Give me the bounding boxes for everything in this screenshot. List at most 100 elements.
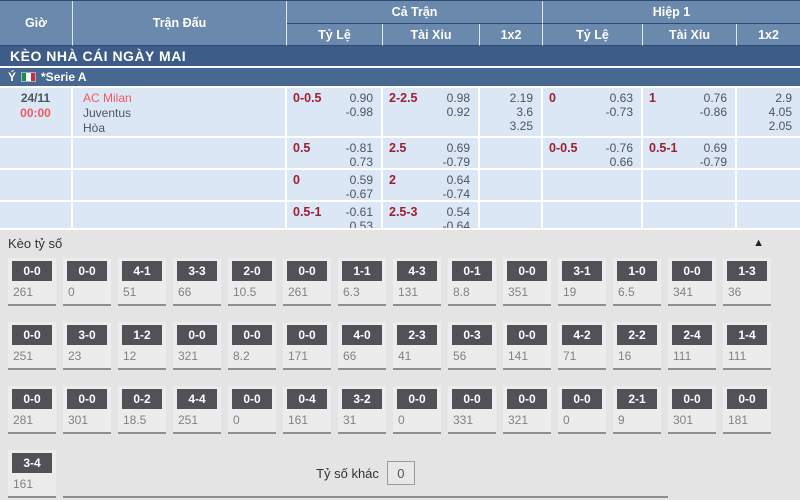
odds-value[interactable]: -0.64 [443, 219, 470, 230]
odds-value[interactable]: 2.9 [737, 91, 792, 105]
odds-value[interactable]: 0.73 [346, 155, 373, 169]
odds-value[interactable]: -0.79 [443, 155, 470, 169]
away-team[interactable]: Juventus [83, 106, 285, 121]
score-tile[interactable]: 0-0 321 [173, 322, 221, 370]
ft-overunder-odds-cell[interactable]: 2.5 0.69-0.79 [383, 138, 480, 170]
score-badge: 3-4 [12, 453, 52, 473]
score-tile[interactable]: 0-0 8.2 [228, 322, 276, 370]
score-tile[interactable]: 0-2 18.5 [118, 386, 166, 434]
score-tile[interactable]: 1-2 12 [118, 322, 166, 370]
score-tile[interactable]: 0-0 261 [8, 258, 56, 306]
odds-value[interactable]: 0.63 [606, 91, 633, 105]
odds-value[interactable]: 0.69 [700, 141, 727, 155]
odds-value[interactable]: -0.79 [700, 155, 727, 169]
score-tile[interactable]: 0-1 8.8 [448, 258, 496, 306]
score-tile[interactable]: 4-2 71 [558, 322, 606, 370]
odds-value[interactable]: -0.86 [700, 105, 727, 119]
ft-overunder-odds-cell[interactable]: 2-2.5 0.980.92 [383, 88, 480, 138]
ft-overunder-odds-cell[interactable]: 2.5-3 0.54-0.64 [383, 202, 480, 230]
score-tile[interactable]: 3-2 31 [338, 386, 386, 434]
odds-value[interactable]: -0.76 [606, 141, 633, 155]
odds-value[interactable]: -0.61 [346, 205, 373, 219]
league-row[interactable]: Ý *Serie A [0, 68, 800, 88]
score-tile[interactable]: 0-0 341 [668, 258, 716, 306]
h1-overunder-odds-cell[interactable]: 0.5-1 0.69-0.79 [643, 138, 737, 170]
odds-value[interactable]: -0.81 [346, 141, 373, 155]
odds-value[interactable]: 0.53 [346, 219, 373, 230]
odds-value[interactable]: 0.98 [447, 91, 470, 105]
score-badge: 0-0 [507, 389, 547, 409]
h1-handicap-odds-cell[interactable]: 0 0.63-0.73 [543, 88, 643, 138]
score-tile[interactable]: 0-0 171 [283, 322, 331, 370]
odds-value[interactable]: 0.76 [700, 91, 727, 105]
odds-value[interactable]: 0.59 [346, 173, 373, 187]
odds-value[interactable]: -0.73 [606, 105, 633, 119]
score-tile[interactable]: 3-1 19 [558, 258, 606, 306]
score-tile[interactable]: 3-0 23 [63, 322, 111, 370]
match-teams-cell[interactable]: AC Milan Juventus Hòa [73, 88, 287, 138]
score-tile[interactable]: 1-1 6.3 [338, 258, 386, 306]
score-odds: 66 [178, 285, 221, 299]
score-tile[interactable]: 0-0 321 [503, 386, 551, 434]
score-tile[interactable]: 0-0 141 [503, 322, 551, 370]
odds-value[interactable]: -0.67 [346, 187, 373, 201]
score-tile[interactable]: 0-0 261 [283, 258, 331, 306]
score-tile[interactable]: 0-0 0 [558, 386, 606, 434]
score-tile[interactable]: 4-1 51 [118, 258, 166, 306]
score-tile[interactable]: 1-4 111 [723, 322, 771, 370]
ft-handicap-odds-cell[interactable]: 0-0.5 0.90-0.98 [287, 88, 383, 138]
score-tile[interactable]: 0-0 251 [8, 322, 56, 370]
odds-value[interactable]: 3.25 [480, 119, 533, 133]
odds-value[interactable]: 4.05 [737, 105, 792, 119]
match-time: 00:00 [0, 106, 71, 121]
score-tile[interactable]: 0-0 181 [723, 386, 771, 434]
ft-handicap-odds-cell[interactable]: 0.5 -0.810.73 [287, 138, 383, 170]
h1-handicap-odds-cell[interactable]: 0-0.5 -0.760.66 [543, 138, 643, 170]
ft-1x2-odds-cell[interactable]: 2.19 3.6 3.25 [480, 88, 543, 138]
other-score-input[interactable]: 0 [387, 461, 415, 485]
score-tile[interactable]: 2-1 9 [613, 386, 661, 434]
odds-value[interactable]: -0.74 [443, 187, 470, 201]
ft-overunder-odds-cell[interactable]: 2 0.64-0.74 [383, 170, 480, 202]
score-tile[interactable]: 2-4 111 [668, 322, 716, 370]
score-tile[interactable]: 2-3 41 [393, 322, 441, 370]
score-tile[interactable]: 1-0 6.5 [613, 258, 661, 306]
score-tile[interactable]: 0-4 161 [283, 386, 331, 434]
odds-value[interactable]: 0.54 [443, 205, 470, 219]
col-group-full-time: Cả Trận [287, 1, 543, 24]
overunder-line: 2 [389, 173, 396, 200]
odds-value[interactable]: 0.90 [346, 91, 373, 105]
score-tile[interactable]: 0-0 0 [228, 386, 276, 434]
odds-value[interactable]: -0.98 [346, 105, 373, 119]
odds-value[interactable]: 0.92 [447, 105, 470, 119]
score-tile[interactable]: 3-3 66 [173, 258, 221, 306]
ft-handicap-odds-cell[interactable]: 0 0.59-0.67 [287, 170, 383, 202]
score-tile[interactable]: 0-3 56 [448, 322, 496, 370]
odds-value[interactable]: 0.66 [606, 155, 633, 169]
score-tile[interactable]: 0-0 0 [63, 258, 111, 306]
score-badge: 1-3 [727, 261, 767, 281]
score-tile[interactable]: 4-4 251 [173, 386, 221, 434]
odds-value[interactable]: 2.19 [480, 91, 533, 105]
odds-value[interactable]: 2.05 [737, 119, 792, 133]
score-tile[interactable]: 3-4 161 [8, 450, 56, 498]
odds-value[interactable]: 0.64 [443, 173, 470, 187]
score-tile[interactable]: 0-0 281 [8, 386, 56, 434]
h1-overunder-odds-cell[interactable]: 1 0.76-0.86 [643, 88, 737, 138]
home-team[interactable]: AC Milan [83, 91, 285, 106]
score-tile[interactable]: 1-3 36 [723, 258, 771, 306]
h1-1x2-odds-cell[interactable]: 2.9 4.05 2.05 [737, 88, 800, 138]
ft-handicap-odds-cell[interactable]: 0.5-1 -0.610.53 [287, 202, 383, 230]
score-tile[interactable]: 4-3 131 [393, 258, 441, 306]
odds-value[interactable]: 3.6 [480, 105, 533, 119]
score-tile[interactable]: 0-0 301 [668, 386, 716, 434]
score-tile[interactable]: 4-0 66 [338, 322, 386, 370]
score-tile[interactable]: 0-0 301 [63, 386, 111, 434]
score-tile[interactable]: 2-0 10.5 [228, 258, 276, 306]
score-tile[interactable]: 0-0 331 [448, 386, 496, 434]
collapse-arrow-icon[interactable]: ▲ [753, 238, 764, 249]
score-tile[interactable]: 0-0 351 [503, 258, 551, 306]
score-tile[interactable]: 0-0 0 [393, 386, 441, 434]
odds-value[interactable]: 0.69 [443, 141, 470, 155]
score-tile[interactable]: 2-2 16 [613, 322, 661, 370]
